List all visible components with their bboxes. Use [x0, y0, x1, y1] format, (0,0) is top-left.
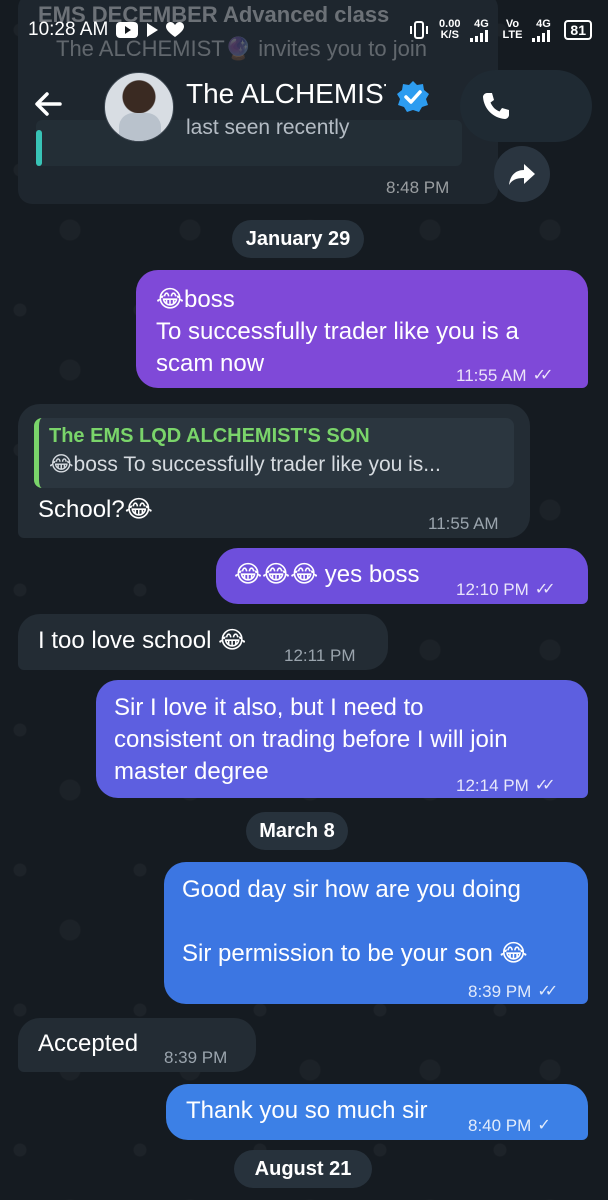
network-speed: 0.00 K/S [439, 18, 461, 41]
previous-message-time: 8:48 PM [386, 178, 450, 197]
message-time: 11:55 AM [428, 514, 499, 533]
double-check-icon: ✓✓ [534, 581, 556, 598]
incoming-message[interactable]: Accepted 8:39 PM [18, 1018, 256, 1072]
double-check-icon: ✓✓ [532, 367, 554, 384]
contact-avatar[interactable] [104, 72, 174, 142]
verified-badge-icon [397, 81, 429, 112]
message-line: Sir permission to be your son 😂 [182, 940, 528, 967]
status-time: 10:28 AM [28, 19, 109, 40]
message-line: master degree [114, 758, 269, 785]
message-line: consistent on trading before I will join [114, 726, 508, 753]
message-line: To successfully trader like you is a [156, 318, 519, 345]
arrow-left-icon [35, 92, 62, 116]
last-seen-status: last seen recently [186, 116, 350, 139]
double-check-icon: ✓✓ [534, 777, 556, 794]
message-line: 😂boss [156, 286, 235, 313]
call-button[interactable] [460, 70, 592, 142]
heart-icon [166, 22, 185, 37]
battery-indicator: 81 [564, 20, 592, 40]
message-text: Thank you so much sir [186, 1097, 428, 1124]
incoming-message[interactable]: The EMS LQD ALCHEMIST'S SON 😂boss To suc… [18, 404, 530, 538]
signal-icon [532, 29, 551, 42]
message-time: 12:10 PM [456, 580, 529, 599]
incoming-message[interactable]: I too love school 😂 12:11 PM [18, 614, 388, 670]
message-line: scam now [156, 350, 265, 377]
message-time: 8:39 PM [468, 982, 532, 1001]
quote-sender: The EMS LQD ALCHEMIST'S SON [49, 425, 370, 447]
mobile-data-1: 4G [470, 18, 492, 42]
outgoing-message[interactable]: Thank you so much sir 8:40 PM ✓ [166, 1084, 588, 1140]
status-bar: 10:28 AM 0.00 K/S 4G Vo LTE 4G 81 [0, 0, 608, 60]
contact-name[interactable]: The ALCHEMIST [186, 78, 386, 110]
message-text: Accepted [38, 1030, 139, 1057]
forward-icon [509, 164, 535, 185]
outgoing-message[interactable]: 😂boss To successfully trader like you is… [136, 270, 588, 388]
outgoing-message[interactable]: Sir I love it also, but I need to consis… [96, 680, 588, 798]
volte-indicator: Vo LTE [502, 18, 523, 41]
message-time: 12:11 PM [284, 646, 356, 665]
date-separator: March 8 [246, 812, 348, 850]
chat-header: The ALCHEMIST last seen recently [0, 60, 608, 156]
date-separator: January 29 [232, 220, 364, 258]
message-text: I too love school 😂 [38, 627, 247, 654]
outgoing-message[interactable]: Good day sir how are you doing Sir permi… [164, 862, 588, 1004]
message-time: 12:14 PM [456, 776, 529, 795]
message-line: Good day sir how are you doing [182, 876, 521, 903]
date-separator: August 21 [234, 1150, 372, 1188]
phone-icon [483, 93, 509, 119]
back-button[interactable] [24, 80, 72, 128]
single-check-icon: ✓ [537, 1117, 551, 1134]
mobile-data-2: 4G [532, 18, 554, 42]
message-line: Sir I love it also, but I need to [114, 694, 424, 721]
message-time: 11:55 AM [456, 366, 527, 385]
outgoing-message[interactable]: 😂😂😂 yes boss 12:10 PM ✓✓ [216, 548, 588, 604]
message-text: School?😂 [38, 496, 153, 523]
message-time: 8:39 PM [164, 1048, 228, 1067]
quote-text: 😂boss To successfully trader like you is… [49, 453, 441, 476]
play-icon [147, 23, 159, 37]
reply-quote[interactable]: The EMS LQD ALCHEMIST'S SON 😂boss To suc… [34, 418, 514, 488]
message-time: 8:40 PM [468, 1116, 532, 1135]
message-text: 😂😂😂 yes boss [234, 561, 420, 588]
youtube-icon [116, 22, 139, 38]
signal-icon [470, 29, 489, 42]
double-check-icon: ✓✓ [537, 983, 558, 1000]
vibrate-icon [410, 21, 429, 39]
